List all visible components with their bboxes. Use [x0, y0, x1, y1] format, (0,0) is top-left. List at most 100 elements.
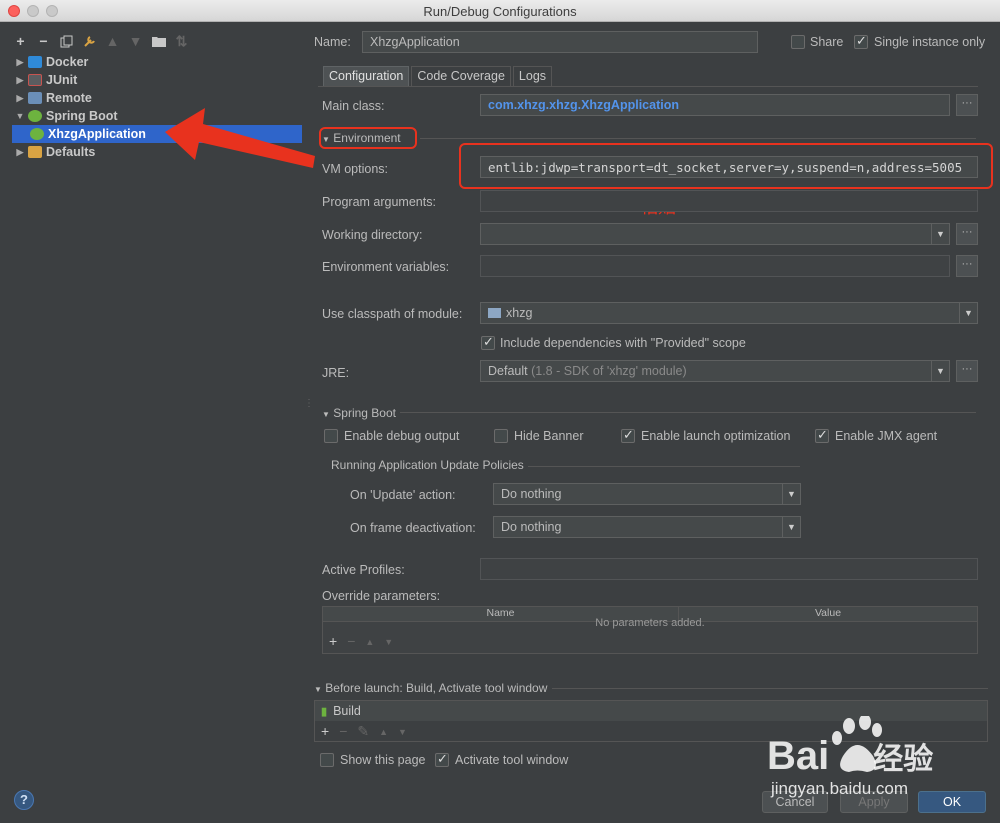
share-checkbox[interactable]	[791, 35, 805, 49]
hide-banner-label: Hide Banner	[514, 429, 584, 443]
single-instance-label: Single instance only	[874, 35, 986, 49]
vm-options-label: VM options:	[322, 162, 389, 176]
enable-launch-optimization-label: Enable launch optimization	[641, 429, 791, 443]
plus-icon[interactable]: +	[12, 33, 29, 50]
pencil-icon[interactable]: ✎	[357, 723, 369, 741]
arrow-up-icon[interactable]: ▲	[365, 633, 374, 651]
chevron-right-icon[interactable]: ▶	[12, 93, 28, 104]
tab-divider	[318, 86, 978, 87]
program-arguments-label: Program arguments:	[322, 195, 436, 209]
tree-item-remote[interactable]: ▶ Remote	[12, 89, 302, 107]
arrow-up-icon[interactable]: ▲	[379, 723, 388, 741]
chevron-down-icon[interactable]: ▼	[782, 484, 800, 504]
program-arguments-input[interactable]	[480, 190, 978, 212]
before-launch-toolbar: + − ✎ ▲ ▼	[321, 723, 407, 741]
build-icon: ▮	[321, 705, 328, 718]
plus-icon[interactable]: +	[329, 633, 337, 651]
enable-jmx-agent-checkbox[interactable]	[815, 427, 829, 443]
on-update-combo[interactable]: Do nothing ▼	[493, 483, 801, 505]
chevron-down-icon: ▼	[322, 410, 330, 419]
on-frame-deactivation-combo[interactable]: Do nothing ▼	[493, 516, 801, 538]
working-directory-combo[interactable]: ▼	[480, 223, 950, 245]
chevron-down-icon[interactable]: ▼	[959, 303, 977, 323]
module-folder-icon	[488, 308, 501, 318]
window-title: Run/Debug Configurations	[423, 4, 577, 19]
arrow-down-icon[interactable]: ▼	[127, 33, 144, 50]
classpath-module-value: xhzg	[506, 306, 533, 320]
include-dependencies-checkbox[interactable]	[481, 334, 495, 350]
jre-combo[interactable]: Default (1.8 - SDK of 'xhzg' module) ▼	[480, 360, 950, 382]
tree-item-label: Spring Boot	[46, 109, 118, 123]
chevron-down-icon: ▼	[314, 685, 322, 694]
help-button[interactable]: ?	[14, 790, 34, 810]
classpath-module-combo[interactable]: xhzg ▼	[480, 302, 978, 324]
chevron-down-icon[interactable]: ▼	[931, 361, 949, 381]
override-parameters-label: Override parameters:	[322, 589, 441, 603]
tab-configuration[interactable]: Configuration	[323, 66, 410, 86]
tree-item-label: Defaults	[46, 145, 96, 159]
section-divider	[400, 412, 976, 413]
active-profiles-input[interactable]	[480, 558, 978, 580]
single-instance-checkbox[interactable]	[854, 33, 868, 49]
override-parameters-table[interactable]: Name Value No parameters added. + − ▲ ▼	[322, 606, 978, 654]
spring-boot-app-icon	[30, 128, 44, 140]
minus-icon[interactable]: −	[347, 633, 355, 651]
plus-icon[interactable]: +	[321, 723, 329, 741]
baidu-jingyan-watermark: Bai 经验 jingyan.baidu.com	[765, 716, 1000, 812]
tree-item-label: JUnit	[46, 73, 78, 87]
browse-jre-button[interactable]: ···	[956, 360, 978, 382]
show-this-page-checkbox[interactable]	[320, 753, 334, 767]
on-update-value: Do nothing	[501, 487, 562, 501]
hide-banner-checkbox[interactable]	[494, 429, 508, 443]
share-label: Share	[810, 35, 844, 49]
arrow-up-icon[interactable]: ▲	[104, 33, 121, 50]
browse-working-directory-button[interactable]: ···	[956, 223, 978, 245]
tree-item-junit[interactable]: ▶ JUnit	[12, 71, 302, 89]
before-launch-toggle[interactable]: ▼ Before launch: Build, Activate tool wi…	[314, 681, 547, 695]
chevron-down-icon[interactable]: ▼	[931, 224, 949, 244]
table-toolbar: + − ▲ ▼	[329, 633, 393, 651]
folder-icon[interactable]	[150, 33, 167, 50]
section-divider	[552, 688, 988, 689]
on-frame-deactivation-value: Do nothing	[501, 520, 562, 534]
environment-variables-label: Environment variables:	[322, 260, 450, 274]
activate-tool-window-checkbox[interactable]	[435, 751, 449, 767]
show-this-page-label: Show this page	[340, 753, 426, 767]
watermark-url: jingyan.baidu.com	[771, 779, 909, 798]
tab-code-coverage[interactable]: Code Coverage	[411, 66, 511, 86]
section-divider	[420, 138, 976, 139]
enable-debug-output-checkbox[interactable]	[324, 429, 338, 443]
minus-icon[interactable]: −	[35, 33, 52, 50]
chevron-right-icon[interactable]: ▶	[12, 75, 28, 86]
wrench-icon[interactable]	[81, 33, 98, 50]
spring-boot-section-toggle[interactable]: ▼ Spring Boot	[322, 406, 396, 420]
sort-icon[interactable]: ⇅	[173, 33, 190, 50]
jre-label: JRE:	[322, 366, 350, 380]
enable-debug-output-label: Enable debug output	[344, 429, 460, 443]
tab-logs[interactable]: Logs	[512, 66, 553, 86]
chevron-right-icon[interactable]: ▶	[12, 147, 28, 158]
remote-icon	[28, 92, 42, 104]
chevron-down-icon[interactable]: ▼	[12, 111, 28, 121]
arrow-down-icon[interactable]: ▼	[398, 723, 407, 741]
chevron-right-icon[interactable]: ▶	[12, 57, 28, 68]
arrow-down-icon[interactable]: ▼	[384, 633, 393, 651]
jre-value: Default	[488, 364, 528, 378]
tree-item-label: XhzgApplication	[48, 127, 146, 141]
spring-boot-icon	[28, 110, 42, 122]
enable-jmx-agent-label: Enable JMX agent	[835, 429, 938, 443]
edit-environment-variables-button[interactable]: ···	[956, 255, 978, 277]
main-class-input[interactable]: com.xhzg.xhzg.XhzgApplication	[480, 94, 950, 116]
name-input[interactable]: XhzgApplication	[362, 31, 758, 53]
tree-item-docker[interactable]: ▶ Docker	[12, 53, 302, 71]
tree-item-label: Docker	[46, 55, 89, 69]
splitter-handle[interactable]: ⋮	[304, 398, 314, 409]
environment-variables-input[interactable]	[480, 255, 950, 277]
enable-launch-optimization-checkbox[interactable]	[621, 427, 635, 443]
jre-detail: (1.8 - SDK of 'xhzg' module)	[531, 364, 687, 378]
wrench-icon	[28, 146, 42, 158]
minus-icon[interactable]: −	[339, 723, 347, 741]
copy-icon[interactable]	[58, 33, 75, 50]
chevron-down-icon[interactable]: ▼	[782, 517, 800, 537]
browse-main-class-button[interactable]: ···	[956, 94, 978, 116]
